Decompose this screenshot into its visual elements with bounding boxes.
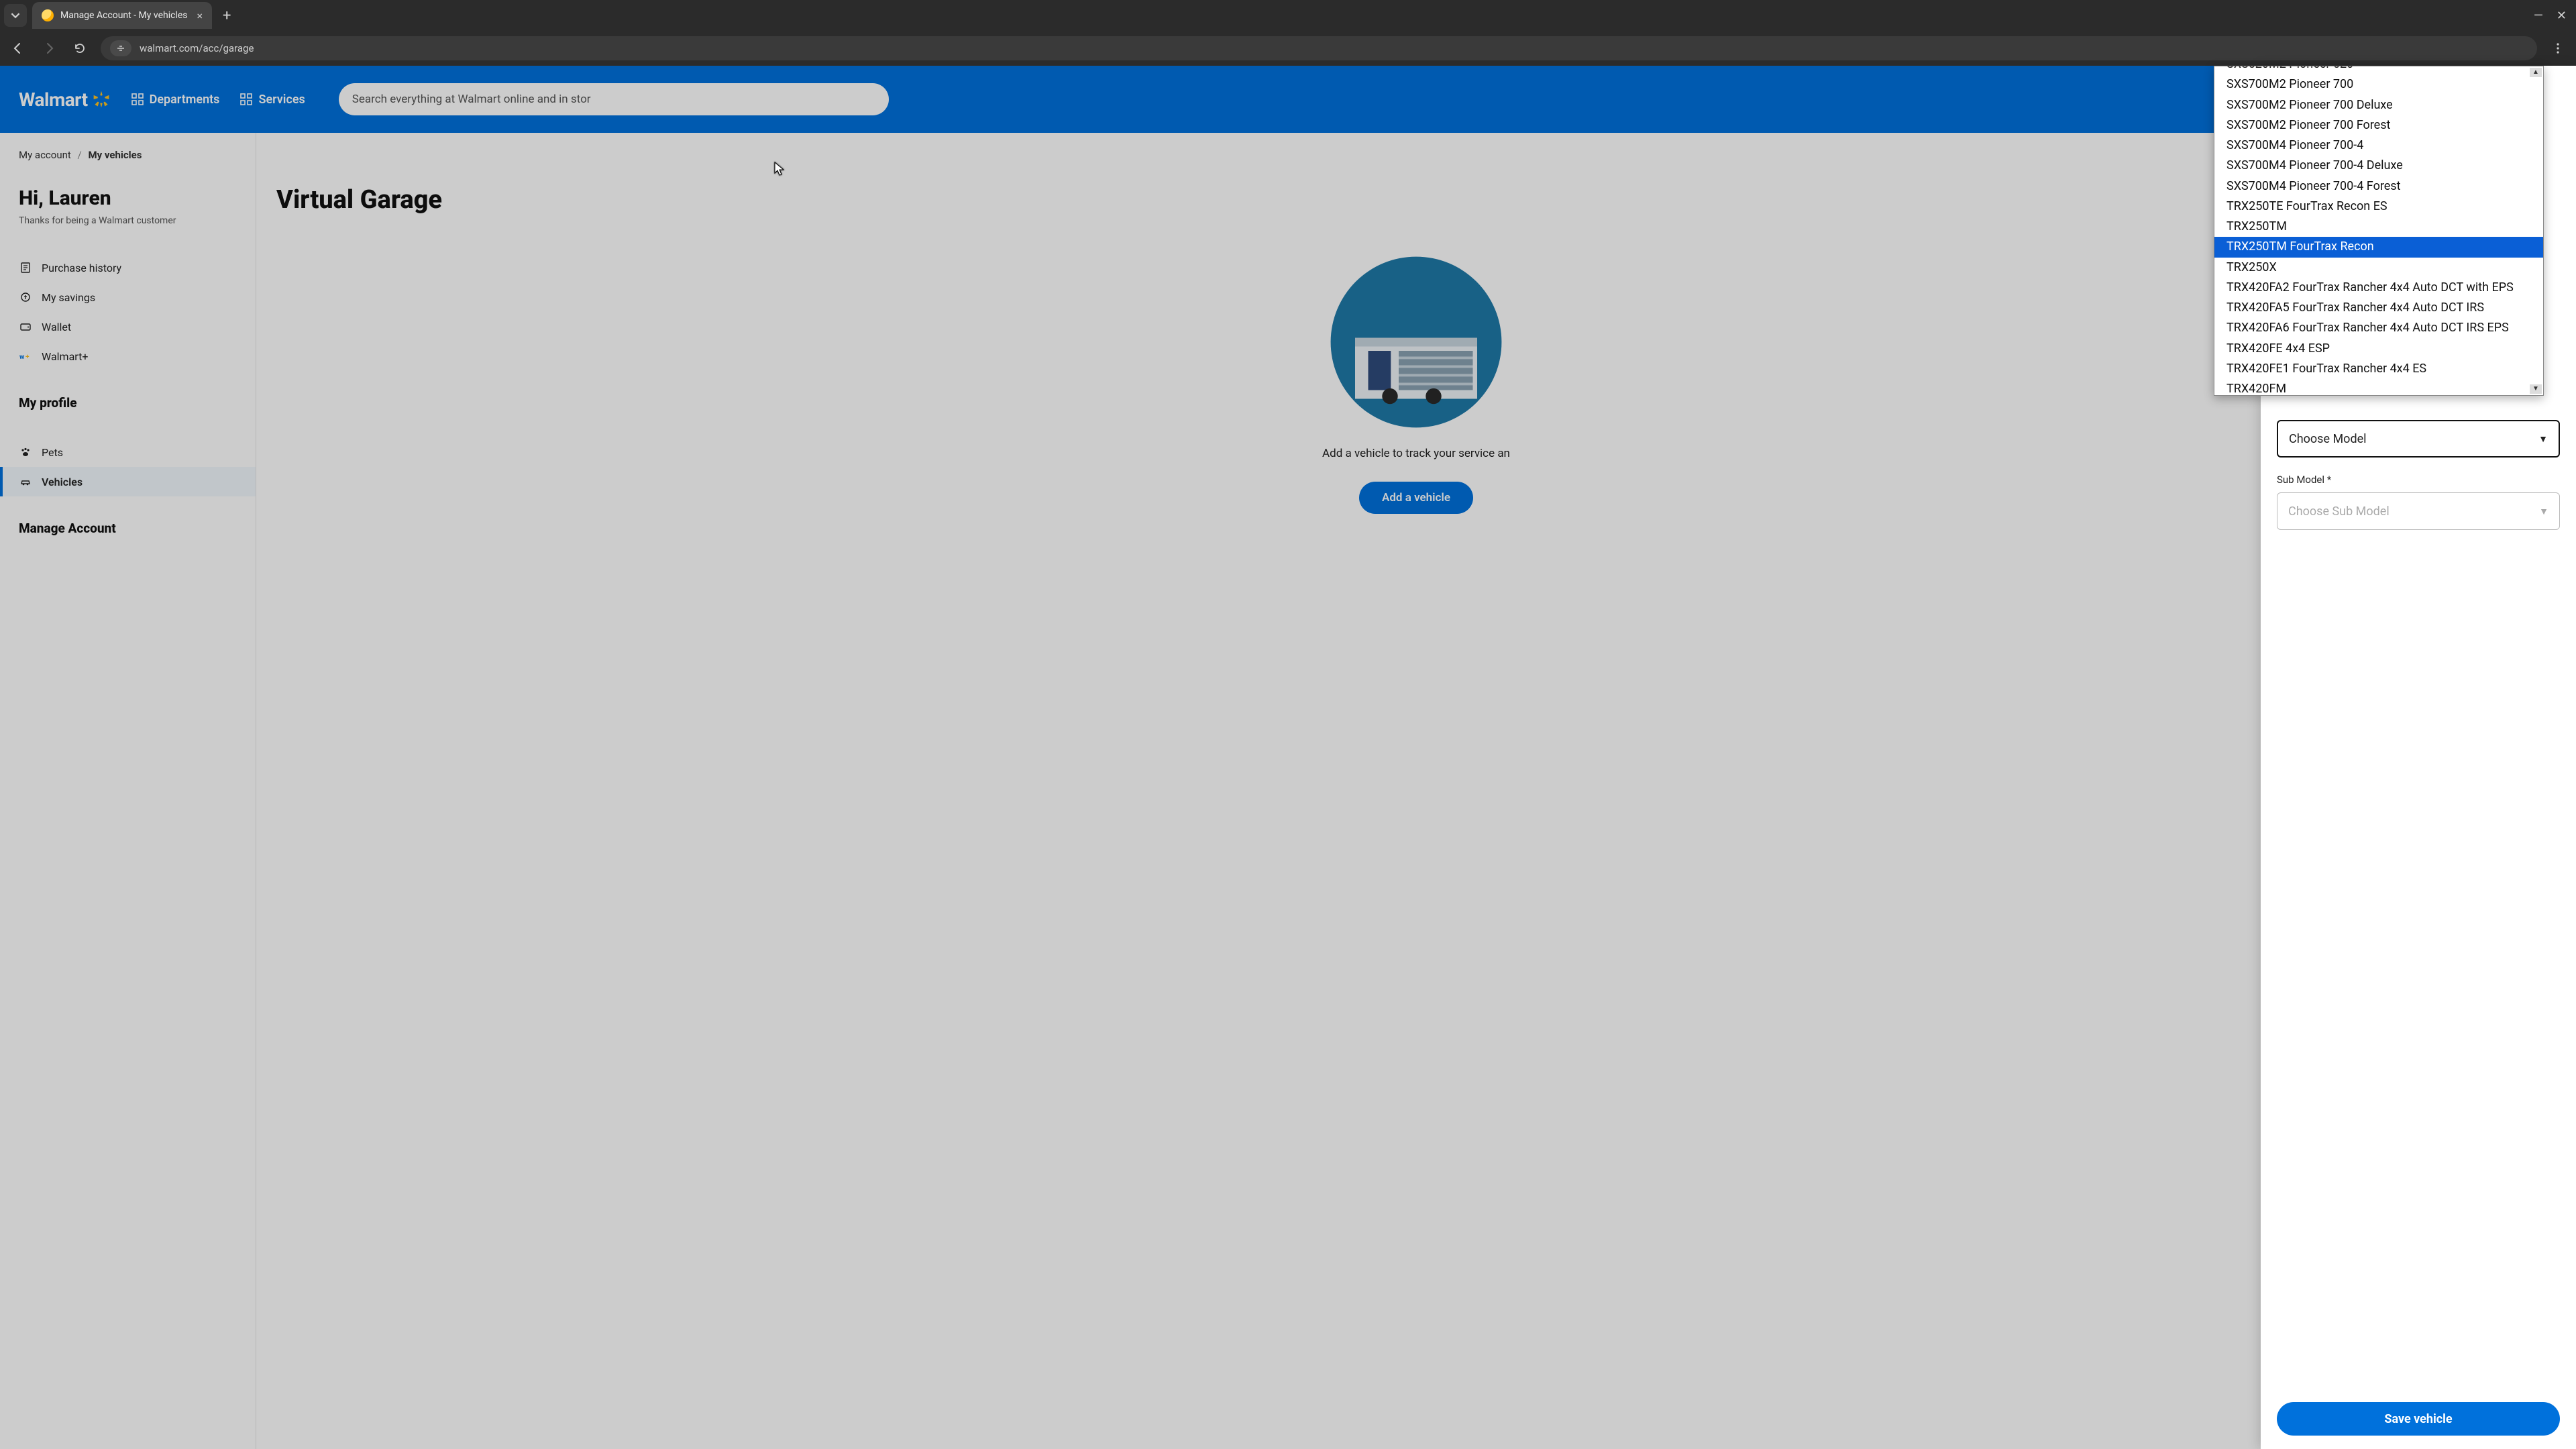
sidebar-item-label: Purchase history <box>42 262 121 274</box>
sidebar-heading-my-profile: My profile <box>19 395 256 411</box>
model-option[interactable]: TRX250TE FourTrax Recon ES <box>2214 197 2543 217</box>
chevron-down-icon: ▼ <box>2538 433 2548 445</box>
model-option[interactable]: TRX420FA2 FourTrax Rancher 4x4 Auto DCT … <box>2214 278 2543 298</box>
breadcrumb-sep: / <box>78 149 82 161</box>
url-field[interactable]: walmart.com/acc/garage <box>101 36 2537 60</box>
services-link[interactable]: Services <box>239 93 305 107</box>
mouse-cursor <box>774 162 785 176</box>
save-vehicle-button[interactable]: Save vehicle <box>2277 1402 2560 1436</box>
svg-text:w: w <box>19 354 25 361</box>
model-select-label: Choose Model <box>2289 432 2367 446</box>
arrow-right-icon <box>42 42 56 55</box>
sidebar-item-pets[interactable]: Pets <box>19 437 256 467</box>
reload-button[interactable] <box>70 38 90 58</box>
page: Walmart Departments Services Search ever… <box>0 66 2576 1449</box>
sidebar-item-label: My savings <box>42 291 95 304</box>
search-placeholder: Search everything at Walmart online and … <box>352 93 591 106</box>
model-select[interactable]: Choose Model ▼ <box>2277 420 2560 458</box>
car-icon <box>19 475 32 488</box>
close-window-icon[interactable]: ✕ <box>2557 9 2567 23</box>
chevron-down-icon: ▼ <box>2539 506 2548 517</box>
wallet-icon <box>19 320 32 333</box>
model-option[interactable]: SXS700M2 Pioneer 700 Deluxe <box>2214 95 2543 115</box>
site-body: My account / My vehicles Hi, Lauren Than… <box>0 133 2576 1449</box>
model-option[interactable]: TRX250X <box>2214 258 2543 278</box>
close-tab-icon[interactable]: × <box>197 9 203 22</box>
grid-icon <box>131 93 144 106</box>
add-vehicle-button[interactable]: Add a vehicle <box>1359 482 1473 514</box>
services-label: Services <box>258 93 305 107</box>
model-option[interactable]: SXS520M2 Pioneer 520 <box>2214 66 2543 74</box>
departments-link[interactable]: Departments <box>131 93 220 107</box>
forward-button[interactable] <box>39 38 59 58</box>
model-option[interactable]: TRX420FE 4x4 ESP <box>2214 339 2543 359</box>
departments-label: Departments <box>150 93 220 107</box>
walmart-favicon <box>42 9 54 21</box>
chevron-down-icon <box>11 11 20 20</box>
sidebar-item-walmart-plus[interactable]: w+ Walmart+ <box>19 341 256 371</box>
minimize-icon[interactable]: — <box>2534 9 2543 23</box>
sidebar-heading-manage-account: Manage Account <box>19 521 256 536</box>
sidebar-item-label: Vehicles <box>42 476 83 488</box>
breadcrumb: My account / My vehicles <box>19 149 142 161</box>
submodel-select-label: Choose Sub Model <box>2288 504 2390 519</box>
garage-subtext: Add a vehicle to track your service an <box>276 447 2556 460</box>
garage-illustration <box>1329 255 1503 429</box>
savings-icon <box>19 290 32 304</box>
model-option-list[interactable]: SXS520M2 Pioneer 520SXS700M2 Pioneer 700… <box>2214 66 2543 396</box>
sidebar-item-label: Walmart+ <box>42 350 88 363</box>
model-option[interactable]: TRX250TM <box>2214 217 2543 237</box>
sidebar-item-wallet[interactable]: Wallet <box>19 312 256 341</box>
model-option[interactable]: SXS700M4 Pioneer 700-4 Forest <box>2214 176 2543 197</box>
model-option[interactable]: SXS700M4 Pioneer 700-4 <box>2214 136 2543 156</box>
sidebar-item-label: Pets <box>42 446 63 459</box>
site-header: Walmart Departments Services Search ever… <box>0 66 2576 133</box>
model-option[interactable]: TRX420FE1 FourTrax Rancher 4x4 ES <box>2214 359 2543 379</box>
svg-text:+: + <box>25 354 30 361</box>
logo-text: Walmart <box>19 89 88 111</box>
model-option[interactable]: TRX420FM <box>2214 379 2543 396</box>
new-tab-button[interactable]: + <box>217 7 236 24</box>
sidebar-item-label: Wallet <box>42 321 71 333</box>
walmart-logo[interactable]: Walmart <box>19 89 111 111</box>
breadcrumb-current: My vehicles <box>88 149 142 161</box>
greeting: Hi, Lauren <box>19 186 256 210</box>
browser-chrome: Manage Account - My vehicles × + — ✕ wal… <box>0 0 2576 66</box>
arrow-left-icon <box>11 42 25 55</box>
listbox-scroll-down-icon[interactable]: ▼ <box>2530 384 2542 394</box>
model-option[interactable]: TRX420FA6 FourTrax Rancher 4x4 Auto DCT … <box>2214 318 2543 338</box>
submodel-select[interactable]: Choose Sub Model ▼ <box>2277 492 2560 530</box>
model-option[interactable]: TRX250TM FourTrax Recon <box>2214 237 2543 257</box>
browser-tab[interactable]: Manage Account - My vehicles × <box>32 2 212 29</box>
receipt-icon <box>19 261 32 274</box>
sidebar-item-my-savings[interactable]: My savings <box>19 282 256 312</box>
site-info-icon[interactable] <box>110 40 131 56</box>
listbox-scroll-up-icon[interactable]: ▲ <box>2530 68 2542 77</box>
address-bar: walmart.com/acc/garage <box>0 31 2576 66</box>
reload-icon <box>73 42 87 55</box>
model-option[interactable]: TRX420FA5 FourTrax Rancher 4x4 Auto DCT … <box>2214 298 2543 318</box>
greeting-sub: Thanks for being a Walmart customer <box>19 215 256 226</box>
walmart-plus-icon: w+ <box>19 350 32 363</box>
tab-strip: Manage Account - My vehicles × + — ✕ <box>0 0 2576 31</box>
model-option[interactable]: SXS700M2 Pioneer 700 <box>2214 74 2543 95</box>
back-button[interactable] <box>8 38 28 58</box>
model-option[interactable]: SXS700M4 Pioneer 700-4 Deluxe <box>2214 156 2543 176</box>
kebab-icon <box>2552 42 2564 54</box>
browser-menu-button[interactable] <box>2548 38 2568 58</box>
breadcrumb-root[interactable]: My account <box>19 149 71 161</box>
sidebar-item-purchase-history[interactable]: Purchase history <box>19 253 256 282</box>
paw-icon <box>19 445 32 459</box>
tab-title: Manage Account - My vehicles <box>60 10 188 21</box>
search-input[interactable]: Search everything at Walmart online and … <box>339 83 889 115</box>
submodel-field-label: Sub Model * <box>2277 474 2560 486</box>
sidebar-item-vehicles[interactable]: Vehicles <box>0 467 256 496</box>
sidebar: Hi, Lauren Thanks for being a Walmart cu… <box>0 133 256 1449</box>
tab-search-button[interactable] <box>4 4 27 27</box>
spark-icon <box>92 90 111 109</box>
url-text: walmart.com/acc/garage <box>140 42 254 54</box>
services-icon <box>239 93 253 106</box>
model-dropdown-listbox: ▲ SXS520M2 Pioneer 520SXS700M2 Pioneer 7… <box>2214 66 2544 396</box>
model-option[interactable]: SXS700M2 Pioneer 700 Forest <box>2214 115 2543 136</box>
